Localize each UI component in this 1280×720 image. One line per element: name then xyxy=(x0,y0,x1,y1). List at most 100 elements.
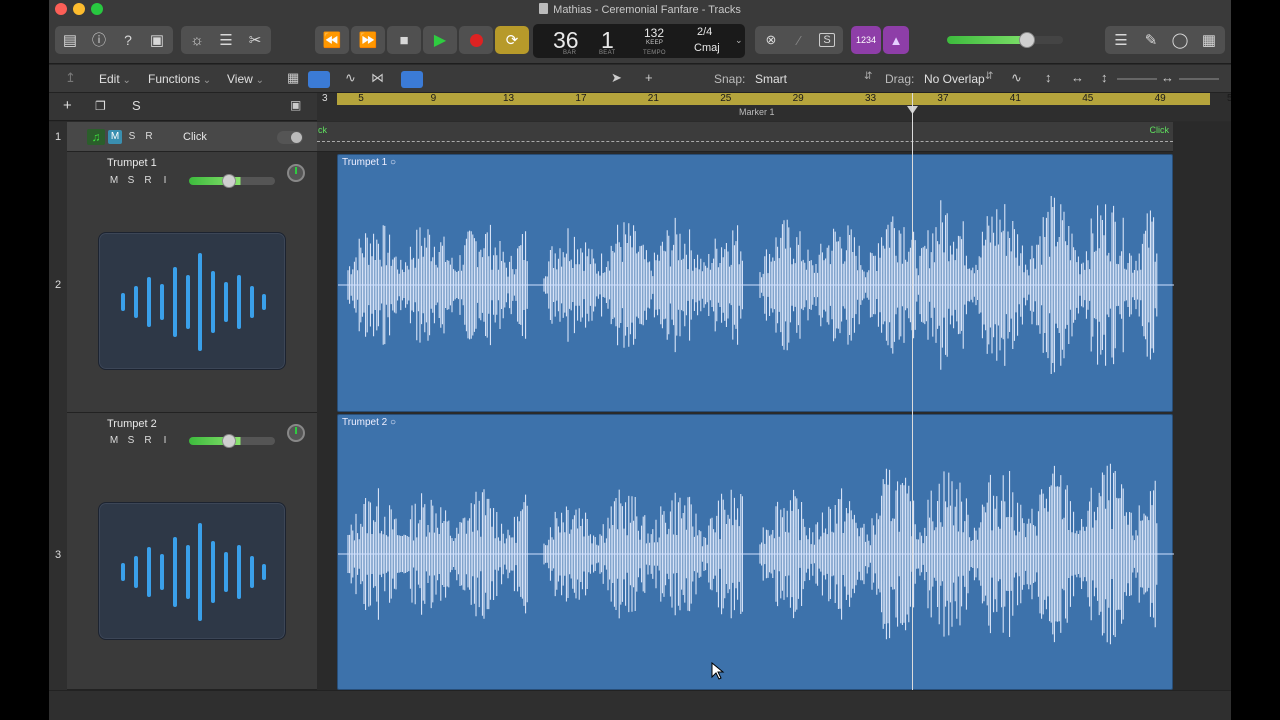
track-name[interactable]: Trumpet 2 xyxy=(107,418,157,430)
record-icon[interactable] xyxy=(459,26,493,54)
mute-button[interactable]: M xyxy=(108,130,122,144)
audio-region-trumpet-1[interactable]: Trumpet 1 ○ xyxy=(337,154,1174,412)
ruler-bar-number: 41 xyxy=(1009,93,1021,104)
audio-region-trumpet-2[interactable]: Trumpet 2 ○ xyxy=(337,414,1174,690)
grid-view-icon[interactable]: ▦ xyxy=(287,70,299,86)
pan-knob[interactable] xyxy=(287,424,305,442)
lcd-tempo: 132 xyxy=(644,26,665,40)
solo-icon[interactable]: S xyxy=(813,26,841,54)
click-region-label-right: Click xyxy=(1149,125,1170,135)
playhead[interactable] xyxy=(912,93,913,720)
pan-knob[interactable] xyxy=(287,164,305,182)
mute-button[interactable]: M xyxy=(107,174,121,188)
track-header-click[interactable]: Click ♫ M S R xyxy=(67,122,317,152)
vertical-zoom-icon[interactable]: ↕ xyxy=(1101,70,1108,85)
play-icon[interactable]: ▶ xyxy=(423,26,457,54)
up-arrow-icon[interactable]: ↥ xyxy=(65,70,76,86)
volume-knob[interactable] xyxy=(222,174,236,188)
control-bar: ▤ ⓘ ? ▣ ☼ ☰ ✂ ⏪ ⏩ ■ ▶ ⟳ 36 1 BAR BEAT 13… xyxy=(49,18,1231,64)
minimize-window-button[interactable] xyxy=(73,3,85,15)
track-number: 1 xyxy=(55,131,62,143)
volume-knob[interactable] xyxy=(222,434,236,448)
click-region[interactable]: ck Click xyxy=(317,122,1173,152)
bar-ruler[interactable]: 3 5 9 13 17 21 25 29 33 37 41 45 49 53 Marker 1 xyxy=(317,93,1231,121)
record-enable-button[interactable]: R xyxy=(141,174,155,188)
logic-window: Mathias - Ceremonial Fanfare - Tracks ▤ … xyxy=(49,0,1231,720)
scissors-icon[interactable]: ✂ xyxy=(241,26,269,54)
replace-icon[interactable]: ⊗ xyxy=(757,26,785,54)
marker-label[interactable]: Marker 1 xyxy=(739,107,775,117)
track-header-trumpet-2[interactable]: Trumpet 2 M S R I xyxy=(67,413,317,690)
lcd-signature: 2/4 xyxy=(697,26,713,38)
editor-icon[interactable]: ▣ xyxy=(144,26,170,54)
flex-icon[interactable]: ⋈ xyxy=(371,70,384,86)
solo-button[interactable]: S xyxy=(124,174,138,188)
snap-select[interactable]: Smart xyxy=(755,72,787,86)
lcd-display[interactable]: 36 1 BAR BEAT 132 KEEP TEMPO 2/4 Cmaj ⌄ xyxy=(533,24,745,58)
library-icon[interactable]: ▤ xyxy=(57,26,83,54)
track-header-bar: + ❐ S ▣ xyxy=(49,93,317,121)
horizontal-zoom-icon[interactable]: ↔ xyxy=(1161,70,1174,85)
list-view-icon[interactable] xyxy=(308,71,330,88)
vertical-fit-icon[interactable]: ↕ xyxy=(1045,70,1052,85)
waveform-zoom-icon[interactable]: ∿ xyxy=(1011,70,1022,86)
rewind-icon[interactable]: ⏪ xyxy=(315,26,349,54)
title-bar: Mathias - Ceremonial Fanfare - Tracks xyxy=(49,0,1231,18)
zoom-window-button[interactable] xyxy=(91,3,103,15)
horizontal-fit-icon[interactable]: ↔ xyxy=(1071,70,1084,85)
notepad-icon[interactable]: ✎ xyxy=(1137,26,1165,54)
automation-icon[interactable]: ∿ xyxy=(345,70,356,86)
input-monitor-button[interactable]: I xyxy=(158,174,172,188)
lcd-chevron-down-icon[interactable]: ⌄ xyxy=(735,35,743,46)
tuner-icon[interactable]: ⁄ xyxy=(785,26,813,54)
pointer-tool-icon[interactable]: ➤ xyxy=(611,70,622,86)
view-menu[interactable]: View xyxy=(227,72,264,86)
mixer-icon[interactable]: ☰ xyxy=(212,26,240,54)
drag-chevron-icon[interactable]: ⇵ xyxy=(985,71,993,82)
solo-button[interactable]: S xyxy=(125,130,139,144)
lcd-bar-label: BAR xyxy=(563,50,577,56)
click-region-label: ck xyxy=(318,125,327,135)
catch-icon[interactable] xyxy=(401,71,423,88)
browser-icon[interactable]: ▦ xyxy=(1195,26,1223,54)
metronome-icon[interactable]: ▲ xyxy=(883,26,909,54)
loops-icon[interactable]: ◯ xyxy=(1166,26,1194,54)
master-volume-knob[interactable] xyxy=(1019,32,1035,48)
ruler-bar-number: 13 xyxy=(503,93,515,104)
ruler-bar-number: 33 xyxy=(865,93,877,104)
master-volume-slider[interactable] xyxy=(947,36,1063,44)
functions-menu[interactable]: Functions xyxy=(148,72,211,86)
list-icon[interactable]: ☰ xyxy=(1107,26,1135,54)
add-track-button[interactable]: + xyxy=(63,97,72,114)
forward-icon[interactable]: ⏩ xyxy=(351,26,385,54)
click-toggle[interactable] xyxy=(277,131,303,144)
edit-menu[interactable]: Edit xyxy=(99,72,131,86)
input-monitor-button[interactable]: I xyxy=(158,434,172,448)
cycle-area[interactable] xyxy=(337,93,1210,105)
duplicate-track-icon[interactable]: ❐ xyxy=(95,99,106,113)
track-name[interactable]: Trumpet 1 xyxy=(107,157,157,169)
help-icon[interactable]: ? xyxy=(115,26,141,54)
tracks-workspace[interactable]: ck Click Trumpet 1 ○ Trumpet 2 ○ xyxy=(317,122,1231,690)
collapse-icon[interactable]: ▣ xyxy=(290,98,301,112)
track-header-trumpet-1[interactable]: Trumpet 1 M S R I xyxy=(67,152,317,413)
stop-icon[interactable]: ■ xyxy=(387,26,421,54)
close-window-button[interactable] xyxy=(55,3,67,15)
inspector-icon[interactable]: ⓘ xyxy=(86,26,112,54)
snap-chevron-icon[interactable]: ⇵ xyxy=(864,71,872,82)
ruler-bar-number: 37 xyxy=(937,93,949,104)
horizontal-zoom-slider[interactable] xyxy=(1179,78,1219,80)
track-name[interactable]: Click xyxy=(183,131,207,143)
cycle-icon[interactable]: ⟳ xyxy=(495,26,529,54)
mute-button[interactable]: M xyxy=(107,434,121,448)
record-enable-button[interactable]: R xyxy=(142,130,156,144)
record-enable-button[interactable]: R xyxy=(141,434,155,448)
drag-label: Drag: xyxy=(885,72,915,86)
global-solo-button[interactable]: S xyxy=(132,98,141,113)
vertical-zoom-slider[interactable] xyxy=(1117,78,1157,80)
crosshair-tool-icon[interactable]: + xyxy=(645,70,653,85)
solo-button[interactable]: S xyxy=(124,434,138,448)
drag-select[interactable]: No Overlap xyxy=(924,72,985,86)
count-in-icon[interactable]: 1234 xyxy=(851,26,881,54)
smart-controls-icon[interactable]: ☼ xyxy=(183,26,211,54)
